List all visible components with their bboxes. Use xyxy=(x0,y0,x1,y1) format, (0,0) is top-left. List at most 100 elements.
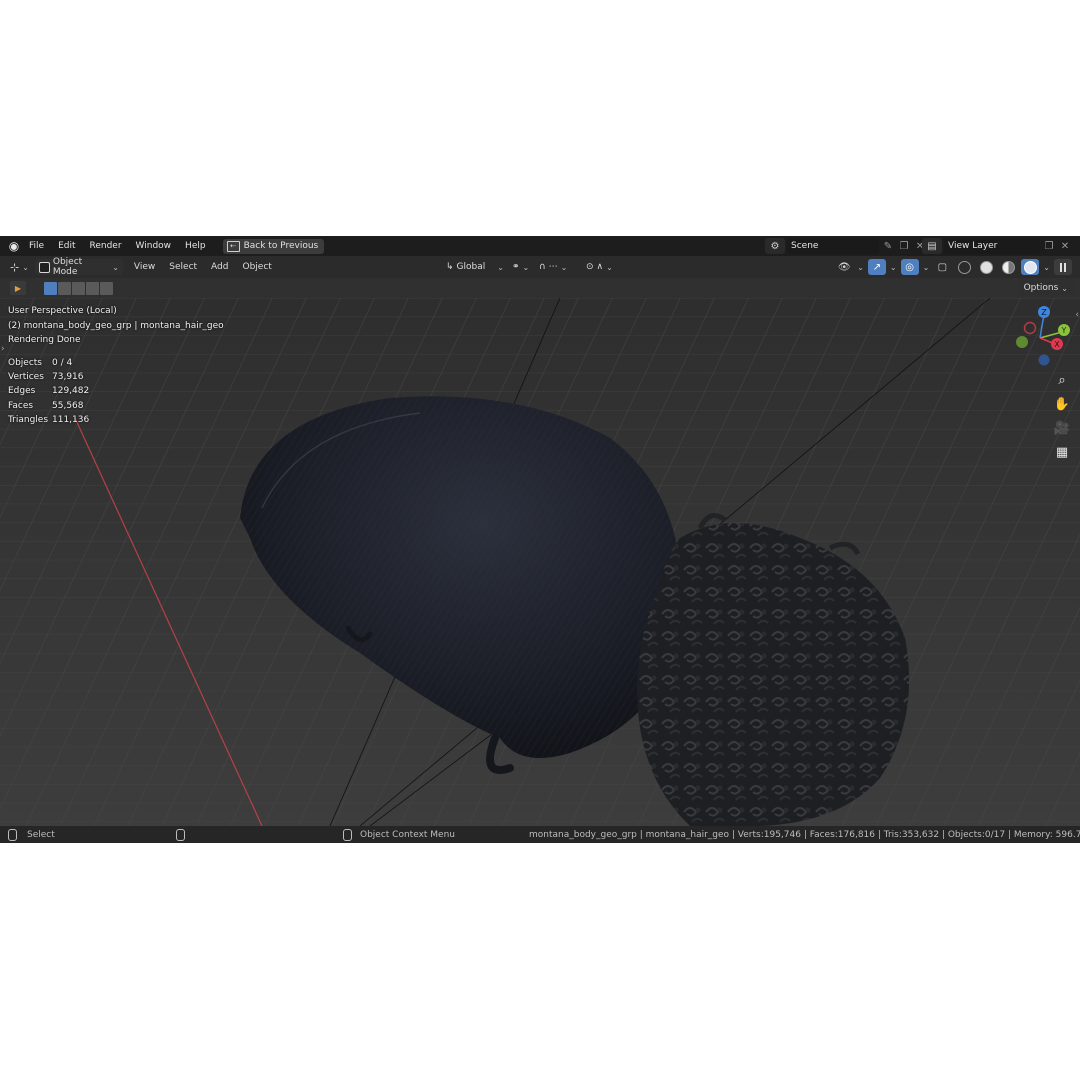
material-preview-icon[interactable] xyxy=(999,259,1017,275)
select-hint-label: Select xyxy=(27,829,55,840)
chevron-down-icon: ⌄ xyxy=(22,262,29,272)
stat-row-triangles: Triangles 111,136 xyxy=(8,413,89,427)
back-to-previous-label: Back to Previous xyxy=(243,241,319,251)
menu-add[interactable]: Add xyxy=(204,262,235,272)
screen-icon: ⇠ xyxy=(226,240,240,252)
stat-row-objects: Objects 0 / 4 xyxy=(8,356,89,370)
chevron-down-icon: ⌄ xyxy=(857,262,864,272)
stat-label: Vertices xyxy=(8,372,44,383)
stat-label: Faces xyxy=(8,400,34,411)
perspective-label: User Perspective (Local) xyxy=(8,306,117,316)
left-mouse-icon xyxy=(8,828,17,841)
svg-text:Y: Y xyxy=(1061,326,1067,335)
chevron-down-icon: ⌄ xyxy=(112,262,119,272)
chevron-down-icon: ⌄ xyxy=(1043,262,1050,272)
wireframe-shading-icon[interactable] xyxy=(955,259,973,275)
orientation-dropdown[interactable]: ↳ Global ⌄ xyxy=(442,259,508,275)
chevron-down-icon: ⌄ xyxy=(1061,283,1068,293)
chevron-down-icon: ⌄ xyxy=(889,262,897,272)
stat-value: 111,136 xyxy=(52,414,90,425)
menu-help[interactable]: Help xyxy=(178,241,213,251)
view-layer-name: View Layer xyxy=(948,241,998,251)
xray-toggle-icon[interactable]: ▢ xyxy=(933,259,951,275)
viewport-header: ⊹ ⌄ Object Mode ⌄ View Select Add Object … xyxy=(0,256,1080,278)
toolbar-expand-icon[interactable]: › xyxy=(1,344,5,354)
scene-info-text: montana_body_geo_grp | montana_hair_geo … xyxy=(529,829,1080,840)
pivot-dropdown[interactable]: ⚭ ⌄ xyxy=(508,259,533,275)
overlays-toggle-icon[interactable]: ◎ xyxy=(900,259,919,275)
editor-type-button[interactable]: ⊹ ⌄ xyxy=(6,259,33,275)
axis-icon: ⊹ xyxy=(10,260,20,274)
solid-shading-icon[interactable] xyxy=(977,259,995,275)
options-label: Options xyxy=(1023,283,1059,293)
close-icon[interactable]: ✕ xyxy=(1058,238,1072,254)
object-mode-icon xyxy=(38,261,50,273)
neg-z-axis-handle xyxy=(1038,354,1050,366)
menu-edit[interactable]: Edit xyxy=(51,241,82,251)
middle-mouse-icon xyxy=(176,828,185,841)
chevron-down-icon: ⌄ xyxy=(606,262,613,272)
scene-field[interactable]: Scene xyxy=(787,238,879,254)
context-menu-hint-label: Object Context Menu xyxy=(360,829,456,840)
mode-label: Object Mode xyxy=(52,257,83,277)
pan-hand-icon[interactable]: ✋ xyxy=(1052,394,1072,414)
view-layer-field[interactable]: View Layer xyxy=(944,238,1040,254)
snap-toggle[interactable]: ∩ ⋯ ⌄ xyxy=(535,259,571,275)
scene-name: Scene xyxy=(791,241,819,251)
stat-value: 0 / 4 xyxy=(52,358,73,368)
viewport-info-overlay: User Perspective (Local) (2) montana_bod… xyxy=(8,304,224,348)
zoom-icon[interactable]: ⌕ xyxy=(1052,370,1072,390)
3d-viewport[interactable]: › ‹ User Perspective (Local) (2) montana… xyxy=(0,298,1080,826)
menu-object[interactable]: Object xyxy=(235,262,278,272)
duplicate-layer-icon[interactable]: ❐ xyxy=(1042,238,1056,254)
stat-value: 73,916 xyxy=(52,372,84,383)
extend-selection-icon[interactable] xyxy=(58,281,71,295)
intersect-selection-icon[interactable] xyxy=(100,281,113,295)
top-menu-bar: ◉ File Edit Render Window Help ⇠ Back to… xyxy=(0,236,1080,256)
menu-select[interactable]: Select xyxy=(162,262,204,272)
scene-icon[interactable]: ⚙ xyxy=(765,238,785,254)
viewport-render xyxy=(0,298,1080,826)
view-layer-icon[interactable]: ▤ xyxy=(922,238,942,254)
status-select-hint: Select xyxy=(8,828,55,841)
selection-mode-group xyxy=(44,281,113,295)
viewport-display-tools: 👁 ⌄ ↗ ⌄ ◎ ⌄ ▢ ⌄ xyxy=(835,259,1072,275)
stat-label: Objects xyxy=(8,358,43,368)
navigation-gizmo[interactable]: Z Y X xyxy=(1010,306,1074,370)
camera-view-icon[interactable]: 🎥 xyxy=(1052,418,1072,438)
pin-icon[interactable]: ✎ xyxy=(881,238,895,254)
proportional-edit-icon: ⊙ xyxy=(586,262,594,272)
neg-y-axis-handle xyxy=(1016,336,1028,348)
chevron-down-icon: ⌄ xyxy=(560,262,568,272)
stat-label: Triangles xyxy=(8,414,49,425)
subtract-selection-icon[interactable] xyxy=(72,281,85,295)
scene-selector: ⚙ Scene ✎ ❐ ✕ xyxy=(765,238,927,254)
menu-window[interactable]: Window xyxy=(129,241,179,251)
duplicate-scene-icon[interactable]: ❐ xyxy=(897,238,911,254)
selection-label: (2) montana_body_geo_grp | montana_hair_… xyxy=(8,320,224,331)
scene-statistics: Objects 0 / 4 Vertices 73,916 Edges 129,… xyxy=(8,356,89,427)
options-dropdown[interactable]: Options ⌄ xyxy=(1017,281,1074,295)
mode-dropdown[interactable]: Object Mode ⌄ xyxy=(34,257,123,277)
select-box-tool-icon[interactable]: ▶ xyxy=(10,281,26,295)
chevron-down-icon: ⌄ xyxy=(497,262,504,272)
neg-x-axis-handle xyxy=(1023,321,1037,335)
tool-settings-bar: ▶ Options ⌄ xyxy=(0,278,1080,298)
menu-view[interactable]: View xyxy=(127,262,162,272)
back-to-previous-button[interactable]: ⇠ Back to Previous xyxy=(222,238,325,254)
set-new-selection-icon[interactable] xyxy=(44,281,57,295)
sidebar-expand-icon[interactable]: ‹ xyxy=(1075,310,1079,320)
menu-file[interactable]: File xyxy=(22,241,51,251)
invert-selection-icon[interactable] xyxy=(86,281,99,295)
proportional-edit-toggle[interactable]: ⊙ ∧ ⌄ xyxy=(582,259,617,275)
stat-value: 129,482 xyxy=(52,386,90,397)
pause-render-button[interactable] xyxy=(1054,259,1072,275)
magnet-icon: ∩ xyxy=(539,262,546,272)
rendered-shading-icon[interactable] xyxy=(1021,259,1040,275)
perspective-toggle-icon[interactable]: ▦ xyxy=(1052,442,1072,462)
blender-logo-icon[interactable]: ◉ xyxy=(6,238,22,254)
gizmo-toggle-icon[interactable]: ↗ xyxy=(867,259,886,275)
stat-row-vertices: Vertices 73,916 xyxy=(8,370,89,384)
menu-render[interactable]: Render xyxy=(83,241,129,251)
visibility-icon[interactable]: 👁 xyxy=(835,259,853,275)
